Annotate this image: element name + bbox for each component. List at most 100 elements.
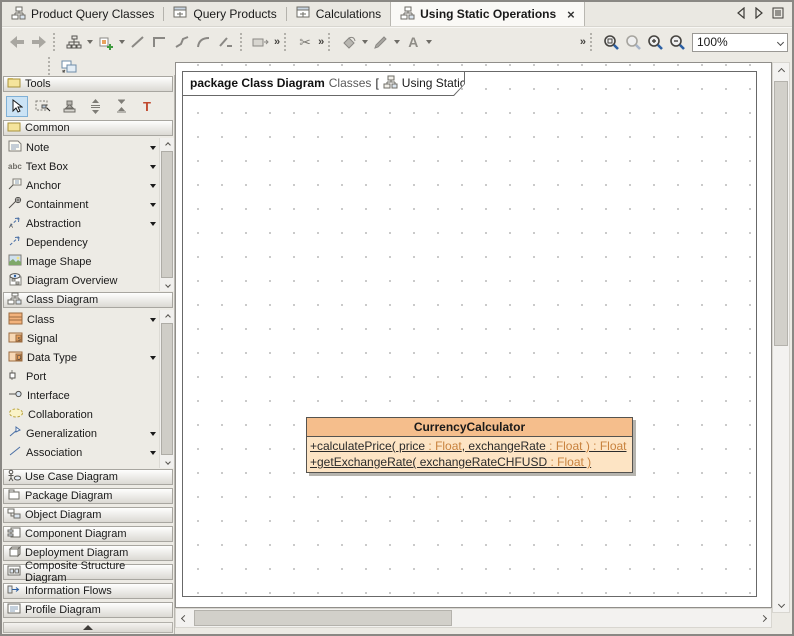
selection-tool[interactable] [6, 96, 28, 117]
scroll-up-icon[interactable] [160, 310, 175, 323]
add-new-element-icon[interactable] [95, 31, 117, 53]
palette-item-generalization[interactable]: Generalization [3, 424, 174, 443]
chevron-down-icon[interactable] [150, 222, 156, 226]
chevron-down-icon[interactable] [150, 356, 156, 360]
scroll-up-icon[interactable] [773, 63, 789, 79]
scrollbar-thumb[interactable] [161, 151, 173, 278]
toolbar-grip[interactable] [53, 33, 60, 51]
class-name[interactable]: CurrencyCalculator [307, 418, 632, 437]
palette-section-profile-diagram[interactable]: Profile Diagram [3, 602, 173, 618]
scroll-down-icon[interactable] [773, 596, 789, 612]
palette-section-common[interactable]: Common [3, 120, 173, 136]
line-color-dropdown-icon[interactable] [394, 40, 400, 44]
cut-overflow-icon[interactable]: » [318, 36, 323, 48]
zoom-in-icon[interactable] [644, 31, 666, 53]
palette-item-abstraction[interactable]: A Abstraction [3, 214, 174, 233]
line-color-icon[interactable] [370, 31, 392, 53]
palette-section-tools[interactable]: Tools [3, 76, 173, 92]
chevron-down-icon[interactable] [150, 451, 156, 455]
palette-collapse-button[interactable] [3, 622, 173, 633]
palette-item-text-box[interactable]: abc Text Box [3, 157, 174, 176]
bezier-line-style-icon[interactable] [193, 31, 215, 53]
canvas-vertical-scrollbar[interactable] [772, 62, 790, 613]
scrollbar-thumb[interactable] [161, 323, 173, 455]
toolbar-grip[interactable] [590, 33, 597, 51]
class-element-currencycalculator[interactable]: CurrencyCalculator +calculatePrice( pric… [306, 417, 633, 473]
decrease-vertical-space-tool[interactable] [110, 96, 132, 117]
toolbar-grip[interactable] [48, 57, 55, 75]
zoom-out-icon[interactable] [666, 31, 688, 53]
toolbar-grip[interactable] [240, 33, 247, 51]
toolbar-grip[interactable] [328, 33, 335, 51]
common-list-scrollbar[interactable] [159, 138, 174, 291]
marquee-selection-tool[interactable] [32, 96, 54, 117]
font-color-icon[interactable]: A [402, 31, 424, 53]
increase-vertical-space-tool[interactable] [84, 96, 106, 117]
palette-item-diagram-overview[interactable]: Diagram Overview [3, 271, 174, 290]
sticky-stamp-tool[interactable] [58, 96, 80, 117]
chevron-down-icon[interactable] [150, 184, 156, 188]
scroll-tabs-right-icon[interactable] [754, 7, 764, 22]
chevron-down-icon[interactable] [150, 203, 156, 207]
palette-item-data-type[interactable]: D Data Type [3, 348, 174, 367]
palette-item-note[interactable]: Note [3, 138, 174, 157]
palette-item-collaboration[interactable]: Collaboration [3, 405, 174, 424]
oblique-line-style-icon[interactable] [171, 31, 193, 53]
chevron-down-icon[interactable] [150, 146, 156, 150]
containment-layout-dropdown-icon[interactable] [87, 40, 93, 44]
scroll-up-icon[interactable] [160, 138, 175, 151]
scrollbar-thumb[interactable] [194, 610, 452, 626]
palette-section-component-diagram[interactable]: Component Diagram [3, 526, 173, 542]
toolbar-grip[interactable] [284, 33, 291, 51]
operation-calculateprice[interactable]: +calculatePrice( price : Float, exchange… [310, 438, 629, 454]
palette-item-image-shape[interactable]: Image Shape [3, 252, 174, 271]
palette-section-information-flows[interactable]: Information Flows [3, 583, 173, 599]
toolbar-overflow-icon[interactable]: » [580, 36, 585, 48]
palette-item-anchor[interactable]: Anchor [3, 176, 174, 195]
palette-item-dependency[interactable]: Dependency [3, 233, 174, 252]
related-elements-icon[interactable] [58, 55, 80, 77]
palette-section-package-diagram[interactable]: Package Diagram [3, 488, 173, 504]
text-tool[interactable]: T [136, 96, 158, 117]
palette-section-deployment-diagram[interactable]: Deployment Diagram [3, 545, 173, 561]
scroll-down-icon[interactable] [160, 455, 175, 468]
zoom-region-icon[interactable] [600, 31, 622, 53]
tab-list-icon[interactable] [772, 7, 784, 22]
cut-icon[interactable]: ✂ [294, 31, 316, 53]
palette-item-association[interactable]: Association [3, 443, 174, 462]
chevron-down-icon[interactable] [150, 432, 156, 436]
canvas-horizontal-scrollbar[interactable] [175, 608, 772, 628]
fill-color-icon[interactable] [338, 31, 360, 53]
insert-shape-icon[interactable] [250, 31, 272, 53]
diagram-canvas[interactable]: package Class Diagram Classes [ Using St… [175, 62, 772, 608]
palette-section-use-case-diagram[interactable]: Use Case Diagram [3, 469, 173, 485]
spline-line-style-icon[interactable] [215, 31, 237, 53]
palette-item-interface[interactable]: Interface [3, 386, 174, 405]
scroll-tabs-left-icon[interactable] [736, 7, 746, 22]
zoom-fit-icon[interactable] [622, 31, 644, 53]
palette-item-signal[interactable]: s Signal [3, 329, 174, 348]
scrollbar-thumb[interactable] [774, 81, 788, 346]
palette-item-containment[interactable]: Containment [3, 195, 174, 214]
zoom-level-select[interactable]: 100% [692, 33, 788, 52]
palette-section-class-diagram[interactable]: Class Diagram [3, 292, 173, 308]
scroll-right-icon[interactable] [755, 609, 771, 627]
back-icon[interactable] [6, 31, 28, 53]
font-color-dropdown-icon[interactable] [426, 40, 432, 44]
operation-getexchangerate[interactable]: +getExchangeRate( exchangeRateCHFUSD : F… [310, 454, 629, 470]
insert-shape-overflow-icon[interactable]: » [274, 36, 279, 48]
palette-item-port[interactable]: Port [3, 367, 174, 386]
close-tab-icon[interactable]: × [567, 7, 575, 22]
fill-color-dropdown-icon[interactable] [362, 40, 368, 44]
class-diagram-list-scrollbar[interactable] [159, 310, 174, 468]
rectilinear-line-style-icon[interactable] [149, 31, 171, 53]
scroll-left-icon[interactable] [176, 609, 192, 627]
containment-layout-icon[interactable] [63, 31, 85, 53]
add-new-element-dropdown-icon[interactable] [119, 40, 125, 44]
tab-query-products[interactable]: Query Products [164, 2, 285, 26]
palette-section-object-diagram[interactable]: Object Diagram [3, 507, 173, 523]
class-operations-compartment[interactable]: +calculatePrice( price : Float, exchange… [307, 437, 632, 472]
scroll-down-icon[interactable] [160, 278, 175, 291]
tab-using-static-operations[interactable]: Using Static Operations × [390, 2, 585, 26]
tab-calculations[interactable]: Calculations [287, 2, 390, 26]
